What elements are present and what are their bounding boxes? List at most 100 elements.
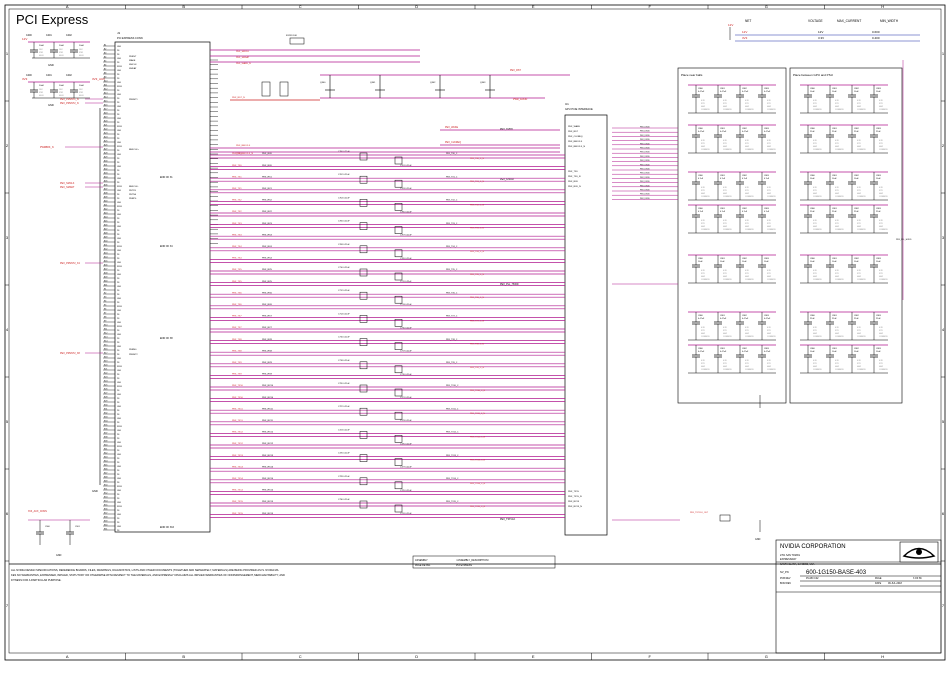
cap-dielectric: X7R: [857, 273, 861, 275]
cap-note: COMMON: [835, 279, 844, 281]
connector-pin-number: B41: [104, 449, 107, 451]
connector-pin-name: PE: [117, 314, 120, 316]
connector-pin-number: A58: [104, 272, 107, 275]
cap-package: 0402: [745, 366, 749, 368]
zone-col-label-bottom: H: [881, 654, 884, 659]
lane-net-label: PEX_TX3: [232, 234, 242, 236]
cap-refdes: C800: [698, 315, 704, 317]
lane-net-label: PEX_TX6_C_N: [470, 297, 484, 299]
cap-refdes: C402: [66, 34, 72, 37]
cap-refdes: C803: [876, 88, 882, 90]
cap-dielectric: X7R: [813, 190, 817, 192]
connector-pin-number: B29: [104, 401, 107, 403]
connector-pin-name: GND: [117, 430, 122, 432]
connector-pin-number: A12: [104, 88, 107, 91]
cap-rating: 6.3V: [835, 220, 839, 222]
lane-net-label: PEX_TX14: [232, 478, 244, 480]
net-label: PEX_WAKE_N: [236, 62, 251, 65]
cap-refdes: C802: [742, 258, 748, 260]
connector-pin-number: B8: [104, 317, 106, 319]
cap-note: COMMON: [857, 229, 866, 231]
pcie-lane-21: PEX_TX10 PEX_RX10: [210, 397, 565, 402]
connector-pin-name: PE: [117, 198, 120, 200]
lane-net-label: PEX_TX12_C: [446, 432, 459, 434]
cap-value: 0.47uF: [698, 131, 705, 133]
pcie-lane-7: PEX_TX3 PEX_RX3: [210, 234, 565, 240]
lane-net-label: PEX_TX4: [232, 246, 242, 248]
lane-net-label: PEX_RX2: [262, 211, 273, 213]
panel-title: Place between GPU and PSU: [793, 73, 833, 77]
cap-rating: 6.3V: [835, 360, 839, 362]
cap-refdes: C803: [764, 88, 770, 90]
lane-net-label: PEX_TX10_C_N: [470, 390, 486, 392]
voltage-value: 3.3V: [818, 36, 824, 40]
connector-pin-number: A3: [104, 52, 106, 55]
power-flag-3v3: 3V3: [22, 77, 28, 81]
power-pin-label: PEX_DVDD: [640, 173, 650, 175]
lane-net-label: PEX_RX0: [262, 153, 273, 155]
cap-note: COMMON: [745, 279, 754, 281]
lane-net-label: PEX_RX1: [262, 176, 273, 178]
cap-package: 0402: [745, 276, 749, 278]
connector-pin-name: RSVD: [117, 386, 123, 388]
cap-value: 22uF: [854, 211, 859, 213]
connector-pin-number: B25: [104, 385, 107, 387]
cap-value: 0.47uF: [698, 318, 705, 320]
lane-net-label: PEX_TX9_C: [446, 362, 458, 364]
cap-rating: 6.3V: [723, 270, 727, 272]
connector-pin-number: B11: [104, 329, 107, 331]
cap-refdes: C801: [832, 258, 838, 260]
cap-note: COMMON: [879, 279, 888, 281]
ac-cap-label: C716 0.22uF: [338, 337, 350, 339]
cap-value: 22uF: [810, 211, 815, 213]
zone-row-label-right: 2: [942, 143, 945, 148]
cap-refdes: C800: [698, 348, 704, 350]
cap-package: 0402: [701, 106, 705, 108]
pcie-lane-3: PEX_TX1 PEX_RX1: [210, 188, 565, 194]
cap-rating: 6.3V: [723, 327, 727, 329]
connector-pin-name: GND: [117, 406, 122, 408]
cap-package: 0402: [723, 106, 727, 108]
cap-note: COMMON: [813, 369, 822, 371]
cap-note: COMMON: [857, 369, 866, 371]
lane-net-label: PEX_TX2_C_N: [470, 204, 484, 206]
connector-section-label: END OF X1: [160, 176, 173, 179]
lane-net-label: PEX_TX12: [232, 443, 244, 445]
connector-pin-number: A41: [104, 204, 107, 207]
connector-pin-number: B33: [104, 417, 107, 419]
connector-pin-number: A6: [104, 64, 106, 67]
connector-pin-name: RSVD: [117, 66, 123, 68]
cap-dielectric: X7R: [745, 330, 749, 332]
connector-pin-number: B7: [104, 313, 106, 315]
lane-net-label: PEX_RX7: [262, 316, 273, 318]
cap-value: 0.47uF: [764, 131, 771, 133]
cap-value: 0.47uF: [698, 91, 705, 93]
connector-pin-name: GND: [117, 526, 122, 528]
cap-note: COMMON: [857, 196, 866, 198]
cap-package: 0402: [813, 106, 817, 108]
company-address: SANTA CLARA, CA 95050, USA: [780, 563, 815, 566]
cap-dielectric: X7R: [835, 103, 839, 105]
cap-value: 10uF: [854, 91, 859, 93]
disclaimer-text: KES NO WARRANTIES, EXPRESSED, IMPLIED, S…: [11, 573, 285, 577]
cap-note: COMMON: [857, 279, 866, 281]
cap-dielectric: X7R: [767, 190, 771, 192]
lane-net-label: PEX_TX7_C: [446, 316, 458, 318]
cap-package: 0402: [745, 333, 749, 335]
connector-pin-name: GND: [117, 262, 122, 264]
cap-note: COMMON: [835, 369, 844, 371]
zone-col-label-top: D: [415, 4, 418, 9]
ac-coupling-cap: [359, 222, 368, 230]
cap-dielectric: X7R: [835, 223, 839, 225]
pcie-lane-13: PEX_TX6 PEX_RX6: [210, 304, 565, 310]
connector-pin-number: A22: [104, 128, 107, 131]
cap-rating: 6.3V: [701, 187, 705, 189]
connector-pin-number: A48: [104, 232, 107, 235]
reset-circuit: R1239 10K Q300 Q301 Q302 Q303 PEX_RST PWR_GOOD…: [210, 35, 570, 155]
ac-coupling-cap: [359, 477, 368, 486]
cap-rating: 6.3V: [745, 187, 749, 189]
cap-refdes: C801: [720, 128, 726, 130]
cap-value: 0.47uF: [742, 318, 749, 320]
connector-pin-number: A35: [104, 180, 107, 183]
cap-rating: 6.3V: [701, 360, 705, 362]
